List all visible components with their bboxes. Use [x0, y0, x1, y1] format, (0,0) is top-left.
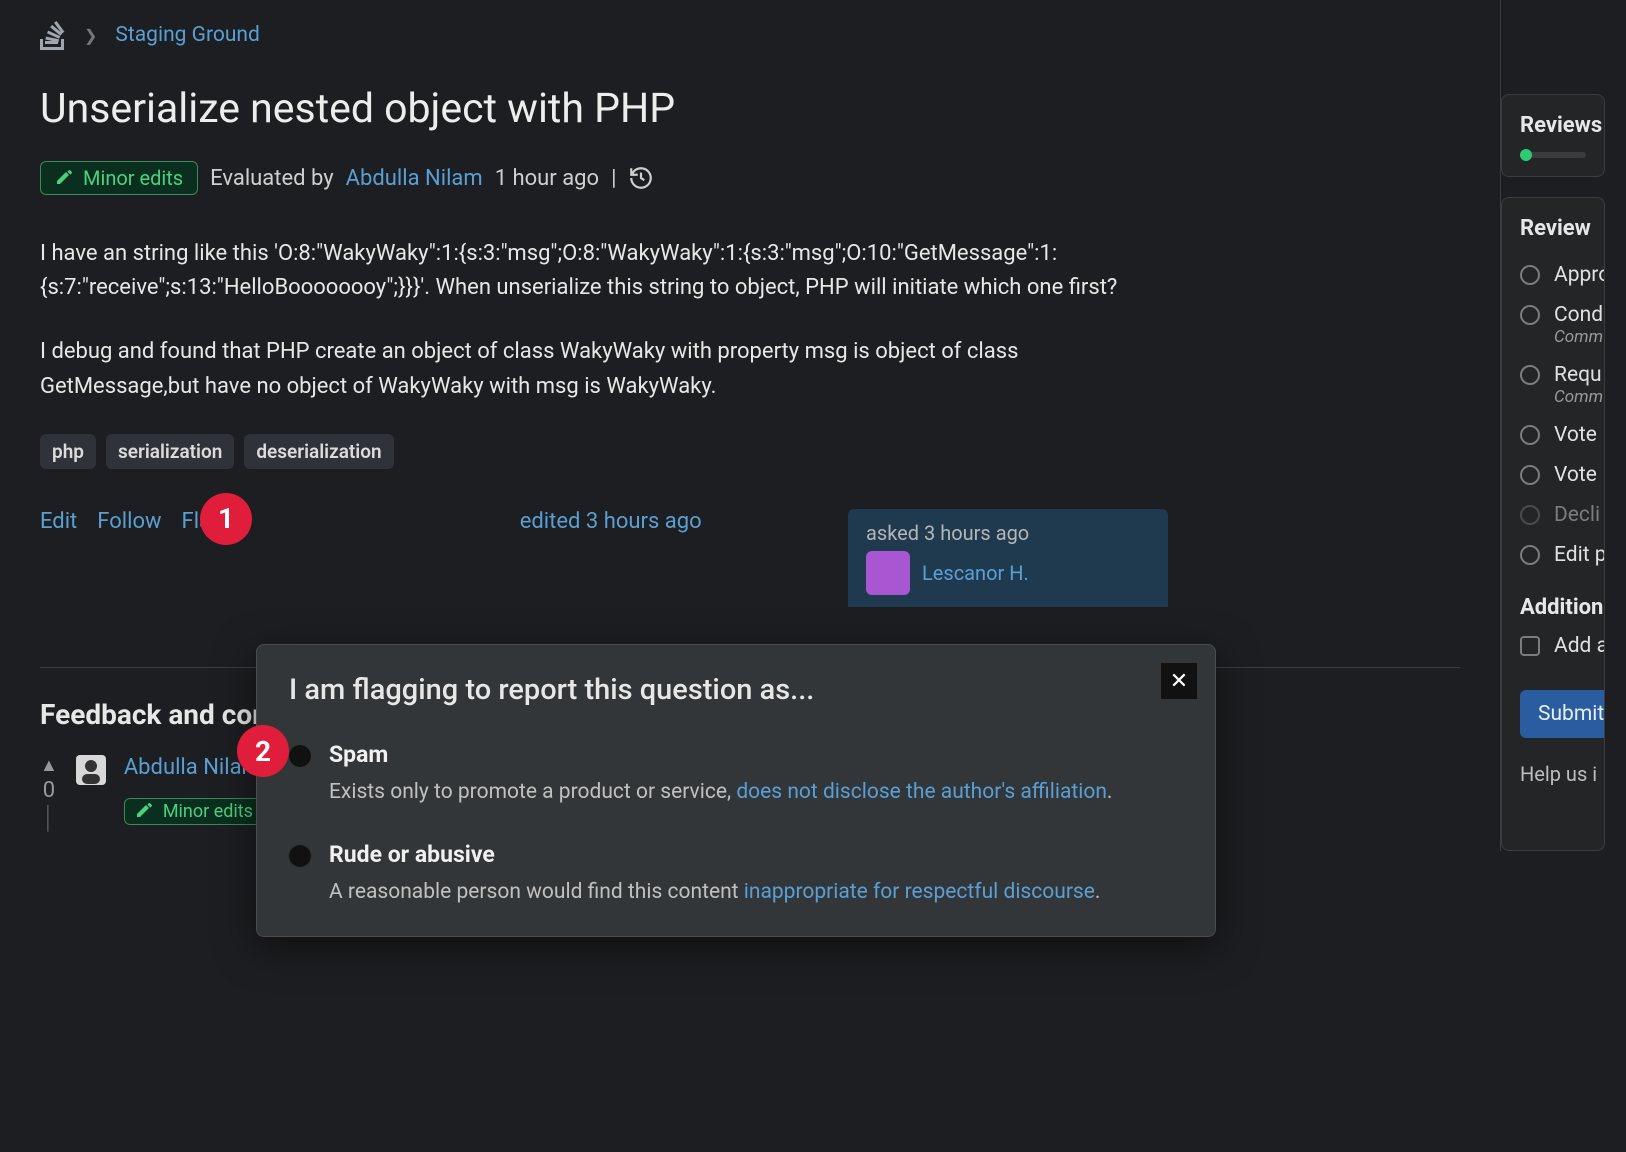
minor-edits-badge: Minor edits [40, 161, 198, 195]
radio-icon[interactable] [289, 845, 311, 867]
asker-link[interactable]: Lescanor H. [922, 561, 1029, 585]
pencil-icon [135, 802, 153, 820]
vote-score: 0 [43, 778, 55, 803]
stackoverflow-logo-icon[interactable] [40, 20, 66, 50]
edit-link[interactable]: Edit [40, 509, 77, 534]
upvote-icon[interactable]: ▲ [40, 755, 58, 776]
review-opt-edit[interactable]: Edit p [1520, 543, 1586, 567]
review-option-list: Appro CondComm RequComm Vote Vote Decli … [1520, 263, 1586, 567]
flag-opt-link[interactable]: does not disclose the author's affiliati… [736, 780, 1107, 804]
submit-button[interactable]: Submit [1520, 690, 1605, 738]
review-opt-conditional[interactable]: CondComm [1520, 303, 1586, 347]
review-opt-vote1[interactable]: Vote [1520, 423, 1586, 447]
evaluation-row: Minor edits Evaluated by Abdulla Nilam 1… [40, 161, 1460, 195]
follow-link[interactable]: Follow [97, 509, 161, 534]
annotation-1: 1 [200, 493, 252, 545]
review-opt-request[interactable]: RequComm [1520, 363, 1586, 407]
review-options-panel: Review Appro CondComm RequComm Vote Vote… [1501, 197, 1605, 851]
user-card: asked 3 hours ago Lescanor H. [848, 509, 1168, 607]
annotation-2: 2 [237, 725, 289, 777]
progress-track [1520, 152, 1586, 158]
review-opt-vote2[interactable]: Vote [1520, 463, 1586, 487]
flag-dialog-heading: I am flagging to report this question as… [289, 673, 1183, 707]
review-opt-approve[interactable]: Appro [1520, 263, 1586, 287]
evaluated-time: 1 hour ago [495, 166, 599, 191]
vote-line: │ [42, 805, 56, 831]
breadcrumb: ❯ Staging Ground [40, 20, 1460, 50]
flag-option-spam[interactable]: Spam Exists only to promote a product or… [289, 741, 1183, 807]
flag-opt-desc: A reasonable person would find this cont… [329, 878, 1100, 907]
edited-link[interactable]: edited 3 hours ago [393, 509, 828, 534]
help-text: Help us i [1520, 762, 1586, 786]
comment-avatar[interactable] [76, 755, 106, 785]
additional-heading: Addition [1520, 595, 1586, 620]
right-sidebar: Reviews Review Appro CondComm RequComm V… [1500, 0, 1605, 851]
progress-dot [1520, 149, 1532, 161]
asker-avatar[interactable] [866, 551, 910, 595]
reviews-panel: Reviews [1501, 94, 1605, 177]
comment-badge: Minor edits [124, 798, 264, 825]
evaluator-link[interactable]: Abdulla Nilam [346, 166, 483, 191]
question-title: Unserialize nested object with PHP [40, 84, 1460, 135]
flag-opt-desc: Exists only to promote a product or serv… [329, 778, 1112, 807]
close-icon: ✕ [1170, 669, 1188, 694]
flag-opt-title: Spam [329, 741, 1112, 768]
badge-label: Minor edits [83, 166, 183, 190]
comment-badge-label: Minor edits [163, 801, 253, 822]
review-panel-title: Review [1520, 216, 1586, 241]
evaluated-prefix: Evaluated by [210, 166, 334, 191]
pencil-icon [55, 169, 73, 187]
flag-option-rude[interactable]: Rude or abusive A reasonable person woul… [289, 841, 1183, 907]
breadcrumb-link[interactable]: Staging Ground [115, 23, 259, 47]
additional-add-checkbox[interactable]: Add a [1520, 634, 1586, 658]
tag-php[interactable]: php [40, 434, 96, 469]
tags: php serialization deserialization [40, 434, 1460, 469]
asked-label: asked 3 hours ago [866, 521, 1150, 545]
history-icon[interactable] [628, 165, 654, 191]
tag-deserialization[interactable]: deserialization [244, 434, 393, 469]
flag-opt-title: Rude or abusive [329, 841, 1100, 868]
close-button[interactable]: ✕ [1161, 663, 1197, 699]
question-body-2: I debug and found that PHP create an obj… [40, 335, 1168, 403]
review-opt-decline: Decli [1520, 503, 1586, 527]
tag-serialization[interactable]: serialization [106, 434, 234, 469]
question-body-1: I have an string like this 'O:8:"WakyWak… [40, 237, 1168, 305]
chevron-right-icon: ❯ [84, 26, 97, 45]
pipe: | [611, 166, 616, 191]
flag-dialog: 2 I am flagging to report this question … [256, 644, 1216, 937]
post-actions: Edit Follow Flag 1 edited 3 hours ago as… [40, 509, 1168, 607]
radio-icon[interactable] [289, 745, 311, 767]
vote-column: ▲ 0 │ [40, 755, 58, 831]
flag-opt-link[interactable]: inappropriate for respectful discourse [744, 880, 1095, 904]
reviews-title: Reviews [1520, 113, 1586, 138]
